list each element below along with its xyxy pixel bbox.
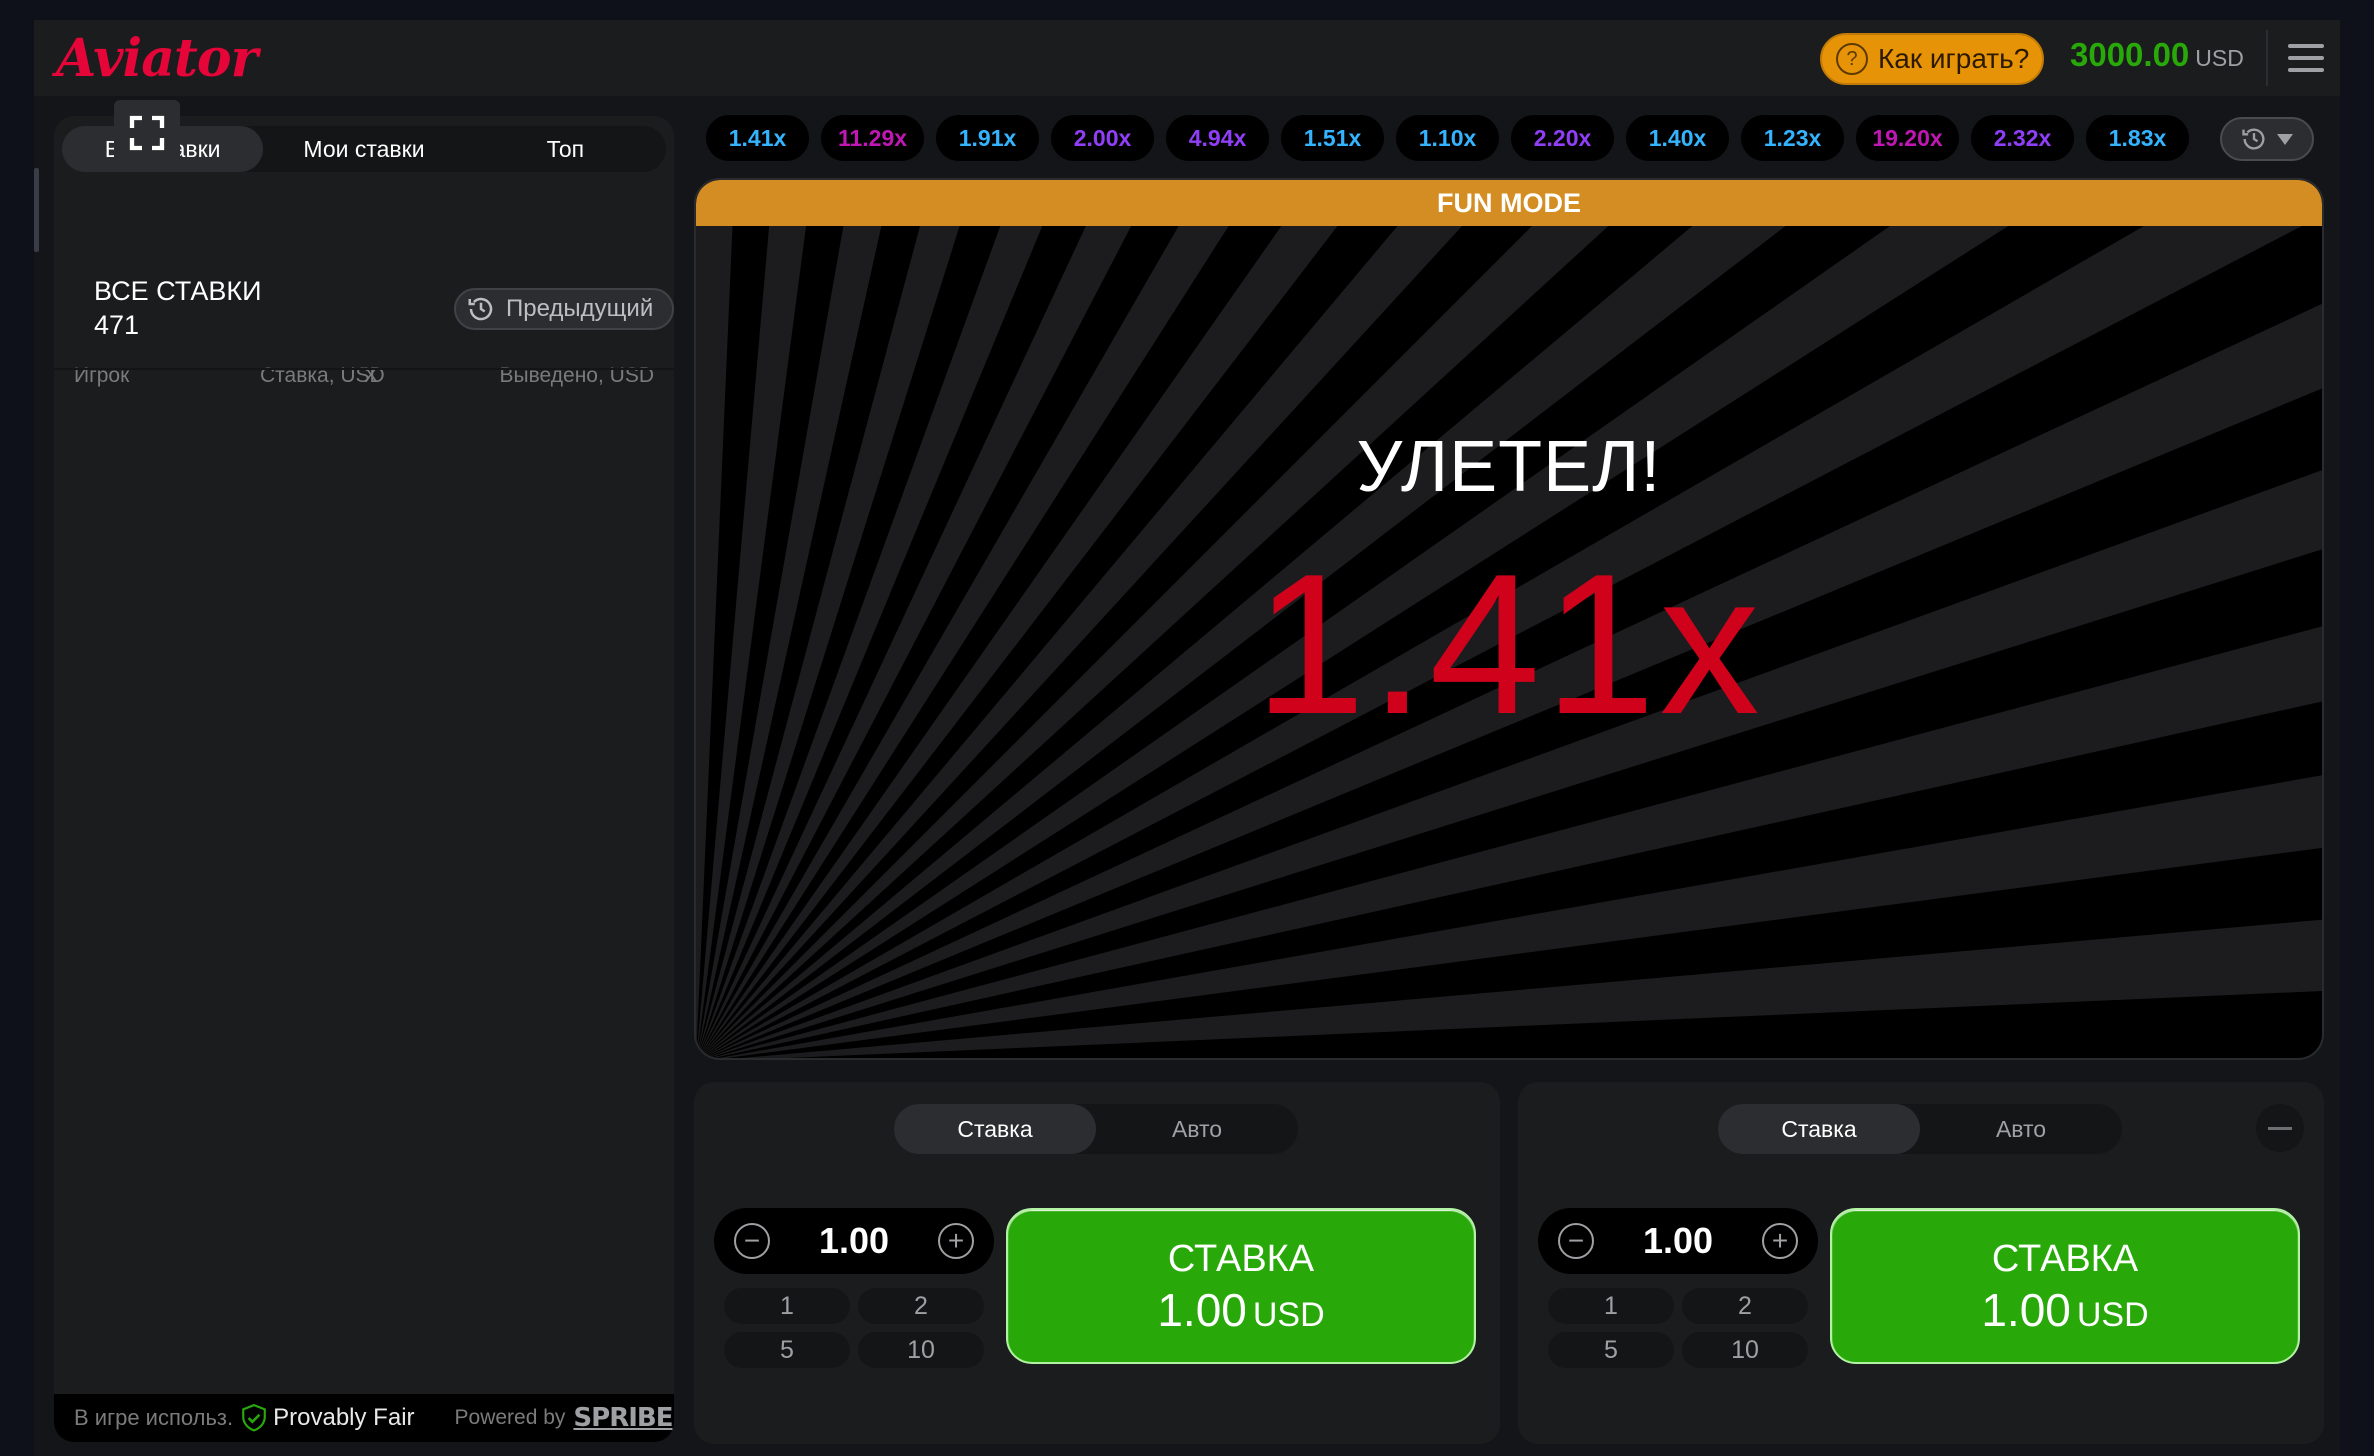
- bet-button-amount: 1.00 USD: [1981, 1284, 2149, 1336]
- tab-auto[interactable]: Авто: [1096, 1104, 1298, 1154]
- spribe-logo[interactable]: SPRIBE: [573, 1403, 673, 1433]
- chevron-down-icon: [2277, 134, 2293, 145]
- history-multiplier[interactable]: 1.40x: [1626, 115, 1729, 161]
- provably-fair-label: Provably Fair: [273, 1404, 415, 1431]
- history-multiplier[interactable]: 1.51x: [1281, 115, 1384, 161]
- provably-fair-link[interactable]: Provably Fair: [241, 1404, 415, 1432]
- aviator-logo: Aviator: [56, 28, 258, 89]
- tab-my-bets[interactable]: Мои ставки: [263, 126, 464, 172]
- bet-button-amount: 1.00 USD: [1157, 1284, 1325, 1336]
- place-bet-button[interactable]: СТАВКА 1.00 USD: [1006, 1208, 1476, 1364]
- history-multiplier[interactable]: 19.20x: [1856, 115, 1959, 161]
- history-icon: [468, 297, 493, 321]
- tab-bet[interactable]: Ставка: [894, 1104, 1096, 1154]
- tab-bet[interactable]: Ставка: [1718, 1104, 1920, 1154]
- fullscreen-icon[interactable]: [114, 100, 180, 166]
- quick-amount-1[interactable]: 1: [1548, 1288, 1674, 1324]
- decrease-stake-icon[interactable]: −: [734, 1223, 770, 1259]
- game-canvas: FUN MODE УЛЕТЕЛ! 1.41x: [694, 178, 2324, 1060]
- shield-check-icon: [242, 1404, 266, 1432]
- quick-amount-10[interactable]: 10: [1682, 1332, 1808, 1368]
- quick-amount-2[interactable]: 2: [1682, 1288, 1808, 1324]
- stake-stepper: − 1.00 +: [714, 1208, 994, 1274]
- panel-footer: В игре использ. Provably Fair Powered by…: [54, 1394, 674, 1442]
- flew-away-label: УЛЕТЕЛ!: [1356, 427, 1662, 507]
- how-to-play-button[interactable]: ? Как играть?: [1820, 33, 2044, 85]
- top-header: Aviator ? Как играть? 3000.00 USD: [34, 20, 2340, 96]
- header-divider: [2266, 30, 2268, 86]
- table-divider: [54, 368, 674, 370]
- place-bet-button[interactable]: СТАВКА 1.00 USD: [1830, 1208, 2300, 1364]
- crash-multiplier: 1.41x: [1254, 533, 1764, 756]
- bets-panel: Все ставки Мои ставки Топ ВСЕ СТАВКИ 471…: [54, 116, 674, 1442]
- stake-amount[interactable]: 1.00: [1608, 1220, 1748, 1262]
- history-multiplier[interactable]: 2.32x: [1971, 115, 2074, 161]
- quick-amount-5[interactable]: 5: [724, 1332, 850, 1368]
- question-icon: ?: [1836, 43, 1868, 75]
- quick-amount-5[interactable]: 5: [1548, 1332, 1674, 1368]
- fun-mode-banner: FUN MODE: [696, 180, 2322, 226]
- history-multiplier[interactable]: 1.83x: [2086, 115, 2189, 161]
- bet-panel-1: Ставка Авто − 1.00 + 1 2 5 10 СТАВКА 1.0…: [694, 1082, 1500, 1444]
- increase-stake-icon[interactable]: +: [1762, 1223, 1798, 1259]
- tab-auto[interactable]: Авто: [1920, 1104, 2122, 1154]
- history-multiplier[interactable]: 2.20x: [1511, 115, 1614, 161]
- quick-amount-10[interactable]: 10: [858, 1332, 984, 1368]
- all-bets-count: 471: [94, 310, 140, 340]
- history-multiplier[interactable]: 1.23x: [1741, 115, 1844, 161]
- stake-stepper: − 1.00 +: [1538, 1208, 1818, 1274]
- increase-stake-icon[interactable]: +: [938, 1223, 974, 1259]
- bet-panel-2: Ставка Авто − 1.00 + 1 2 5 10 СТАВКА 1.0…: [1518, 1082, 2324, 1444]
- window-edge: [34, 168, 39, 252]
- history-multiplier[interactable]: 11.29x: [821, 115, 924, 161]
- history-multiplier[interactable]: 1.10x: [1396, 115, 1499, 161]
- history-icon: [2242, 128, 2265, 150]
- powered-by-label: Powered by: [454, 1406, 566, 1429]
- history-multiplier[interactable]: 4.94x: [1166, 115, 1269, 161]
- tab-top[interactable]: Топ: [465, 126, 666, 172]
- quick-amount-1[interactable]: 1: [724, 1288, 850, 1324]
- quick-amount-2[interactable]: 2: [858, 1288, 984, 1324]
- balance: 3000.00 USD: [2070, 36, 2244, 74]
- history-toggle-button[interactable]: [2220, 117, 2314, 161]
- bet-mode-tabs: Ставка Авто: [1718, 1104, 2122, 1154]
- bet-mode-tabs: Ставка Авто: [894, 1104, 1298, 1154]
- bet-button-label: СТАВКА: [1991, 1238, 2139, 1280]
- hamburger-menu-icon[interactable]: [2288, 44, 2324, 72]
- previous-round-label: Предыдущий: [506, 295, 654, 322]
- previous-round-button[interactable]: Предыдущий: [454, 288, 674, 330]
- aviator-app: Aviator ? Как играть? 3000.00USD Все ста…: [34, 20, 2340, 1456]
- footer-using-label: В игре использ.: [74, 1405, 234, 1430]
- multiplier-history: 1.41x 11.29x 1.91x 2.00x 4.94x 1.51x 1.10x 2.20…: [706, 115, 2189, 165]
- decrease-stake-icon[interactable]: −: [1558, 1223, 1594, 1259]
- balance-currency: USD: [2195, 45, 2244, 71]
- balance-amount: 3000.00: [2070, 36, 2190, 73]
- stake-amount[interactable]: 1.00: [784, 1220, 924, 1262]
- history-multiplier[interactable]: 1.41x: [706, 115, 809, 161]
- history-multiplier[interactable]: 2.00x: [1051, 115, 1154, 161]
- all-bets-title: ВСЕ СТАВКИ: [94, 276, 262, 306]
- bet-button-label: СТАВКА: [1167, 1238, 1315, 1280]
- bets-table-header: Игрок Ставка, USD X Выведено, USD: [74, 362, 654, 394]
- history-multiplier[interactable]: 1.91x: [936, 115, 1039, 161]
- remove-bet-panel-icon[interactable]: [2256, 1104, 2304, 1152]
- how-to-play-label: Как играть?: [1878, 43, 2030, 74]
